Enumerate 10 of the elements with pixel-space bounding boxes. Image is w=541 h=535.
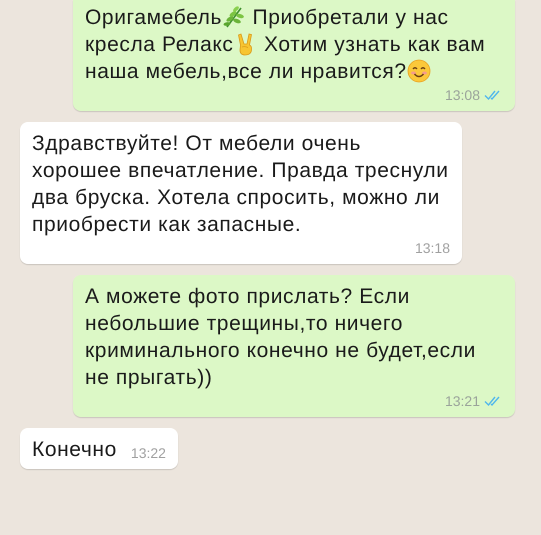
herb-icon (222, 5, 246, 29)
smiling-face-icon (406, 59, 431, 83)
message-text: А можете фото прислать? Если небольшие трещины,то ничего криминального конечно не будет,если не прыгать)) (85, 284, 477, 391)
message-time: 13:22 (130, 445, 166, 461)
message-text: Здравствуйте! От мебели очень хорошее впечатление. Правда треснули два бруска. Хотела спросить, можно ли приобрести как запасные. (32, 131, 450, 238)
message-time: 13:18 (414, 240, 450, 256)
message-text: Конечно (32, 437, 117, 463)
message-time: 13:08 (444, 87, 480, 103)
message-time: 13:21 (444, 393, 480, 409)
message-text: Оригамебель Приобретали у нас кресла Релакс Хотим узнать как вам наша мебель,все ли нравится? (85, 4, 486, 85)
